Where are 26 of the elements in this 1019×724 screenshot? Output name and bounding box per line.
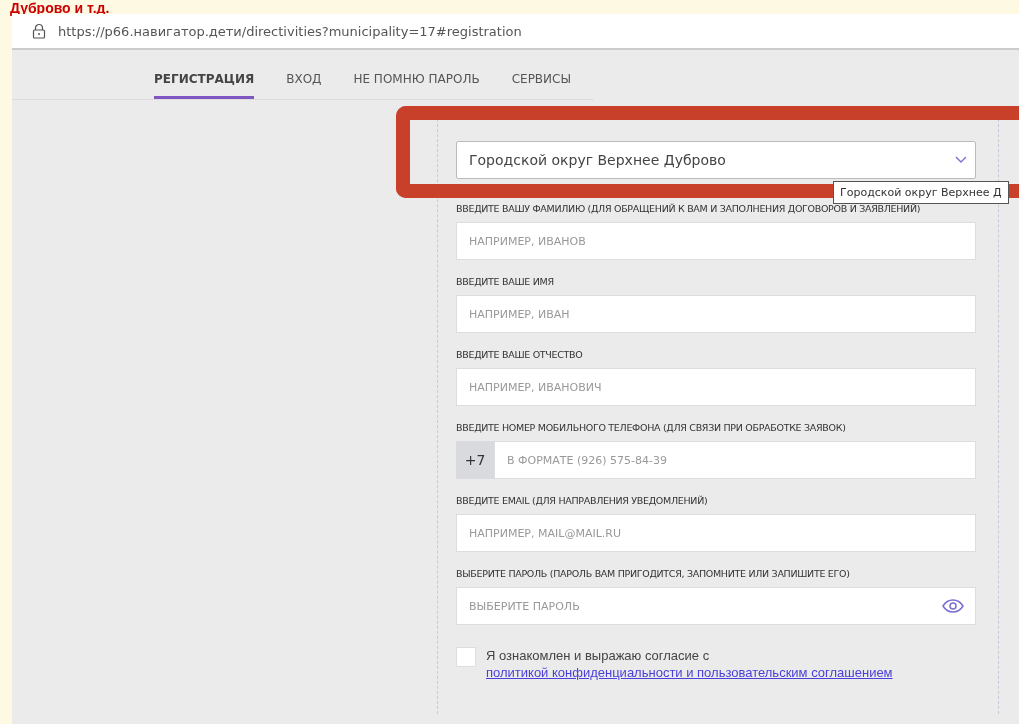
field-label: ВВЕДИТЕ НОМЕР МОБИЛЬНОГО ТЕЛЕФОНА (ДЛЯ СВЯЗИ ПРИ ОБРАБОТКЕ ЗАЯВОК) — [456, 422, 847, 433]
municipality-select[interactable]: Городской округ Верхнее Дуброво — [456, 141, 976, 179]
tooltip: Городской округ Верхнее Д — [833, 181, 1009, 204]
phone-prefix: +7 — [456, 441, 494, 479]
text-input[interactable]: НАПРИМЕР, ИВАНОВИЧ — [456, 368, 976, 406]
field-label: ВВЕДИТЕ ВАШЕ ОТЧЕСТВО — [456, 349, 584, 360]
consent-checkbox[interactable] — [456, 647, 476, 667]
privacy-policy-link[interactable]: политикой конфиденциальности и пользовательским соглашением — [486, 664, 893, 681]
password-input[interactable]: ВЫБЕРИТЕ ПАРОЛЬ — [456, 587, 976, 625]
field-label: ВВЕДИТЕ ВАШУ ФАМИЛИЮ (ДЛЯ ОБРАЩЕНИЙ К ВАМ И ЗАПОЛНЕНИЯ ДОГОВОРОВ И ЗАЯВЛЕНИЙ) — [456, 203, 922, 214]
consent-text: Я ознакомлен и выражаю согласие с политикой конфиденциальности и пользовательским соглашением — [486, 647, 894, 681]
field-label: ВЫБЕРИТЕ ПАРОЛЬ (ПАРОЛЬ ВАМ ПРИГОДИТСЯ, ЗАПОМНИТЕ ИЛИ ЗАПИШИТЕ ЕГО) — [456, 568, 851, 579]
nav-tab[interactable]: РЕГИСТРАЦИЯ — [154, 68, 255, 99]
text-input[interactable]: НАПРИМЕР, ИВАНОВ — [456, 222, 976, 260]
field-label: ВВЕДИТЕ EMAIL (ДЛЯ НАПРАВЛЕНИЯ УВЕДОМЛЕНИЙ) — [456, 495, 709, 506]
chevron-down-icon — [955, 156, 967, 164]
text-input[interactable]: НАПРИМЕР, ИВАН — [456, 295, 976, 333]
field-label: ВВЕДИТЕ ВАШЕ ИМЯ — [456, 276, 555, 287]
nav-tab[interactable]: СЕРВИСЫ — [511, 68, 572, 99]
lock-icon — [32, 23, 46, 39]
text-input[interactable]: НАПРИМЕР, MAIL@MAIL.RU — [456, 514, 976, 552]
phone-input[interactable]: В ФОРМАТЕ (926) 575-84-39 — [494, 441, 976, 479]
nav-tab[interactable]: НЕ ПОМНЮ ПАРОЛЬ — [353, 68, 480, 99]
eye-icon[interactable] — [942, 599, 964, 613]
nav-tab[interactable]: ВХОД — [286, 68, 322, 99]
address-bar[interactable]: https://р66.навигатор.дети/directivities?municipality=17#registration — [12, 14, 1019, 50]
